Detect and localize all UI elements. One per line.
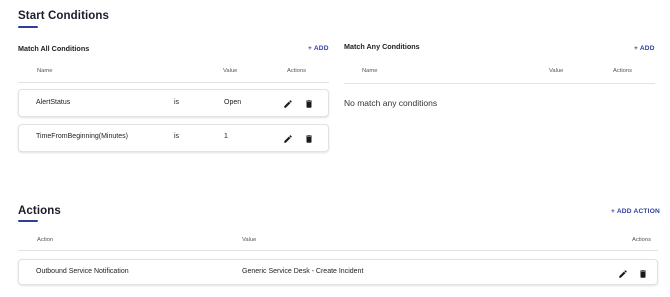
delete-condition-button[interactable]	[304, 99, 314, 109]
trash-icon	[640, 270, 646, 278]
start-conditions-underline	[18, 26, 38, 28]
add-match-any-button[interactable]: + ADD	[634, 45, 655, 52]
condition-operator: is	[174, 133, 180, 140]
edit-condition-button[interactable]	[283, 99, 293, 109]
match-any-header-divider	[344, 83, 655, 84]
delete-action-button[interactable]	[638, 269, 648, 279]
actions-col-action: Action	[37, 237, 54, 243]
trash-icon	[306, 100, 312, 108]
condition-value: 1	[224, 133, 228, 140]
match-any-empty-message: No match any conditions	[344, 98, 438, 108]
action-row: Outbound Service Notification Generic Se…	[18, 259, 658, 285]
match-all-col-name: Name	[37, 68, 53, 74]
match-all-col-value: Value	[223, 68, 238, 74]
action-value: Generic Service Desk - Create Incident	[242, 268, 364, 275]
edit-action-button[interactable]	[618, 269, 628, 279]
actions-header-divider	[18, 250, 658, 251]
delete-condition-button[interactable]	[304, 134, 314, 144]
action-name: Outbound Service Notification	[36, 268, 129, 275]
match-all-row: TimeFromBeginning(Minutes) is 1	[18, 124, 329, 152]
condition-operator: is	[174, 99, 180, 106]
condition-name: AlertStatus	[36, 99, 71, 106]
pencil-icon	[619, 270, 627, 278]
start-conditions-title: Start Conditions	[18, 10, 110, 22]
actions-col-actions: Actions	[632, 237, 652, 243]
match-all-header-divider	[18, 82, 329, 83]
add-action-button[interactable]: + ADD ACTION	[611, 208, 660, 215]
match-any-col-name: Name	[362, 68, 378, 74]
condition-value: Open	[224, 99, 242, 106]
match-any-col-value: Value	[549, 68, 564, 74]
match-any-col-actions: Actions	[613, 68, 633, 74]
match-any-title: Match Any Conditions	[344, 42, 420, 51]
pencil-icon	[284, 135, 292, 143]
match-all-col-actions: Actions	[287, 68, 307, 74]
trash-icon	[306, 135, 312, 143]
edit-condition-button[interactable]	[283, 134, 293, 144]
actions-underline	[18, 220, 38, 222]
condition-name: TimeFromBeginning(Minutes)	[36, 133, 128, 140]
match-all-title: Match All Conditions	[18, 44, 90, 53]
add-match-all-button[interactable]: + ADD	[308, 45, 329, 52]
match-all-row: AlertStatus is Open	[18, 89, 329, 117]
pencil-icon	[284, 100, 292, 108]
actions-col-value: Value	[242, 237, 257, 243]
actions-title: Actions	[18, 205, 61, 217]
